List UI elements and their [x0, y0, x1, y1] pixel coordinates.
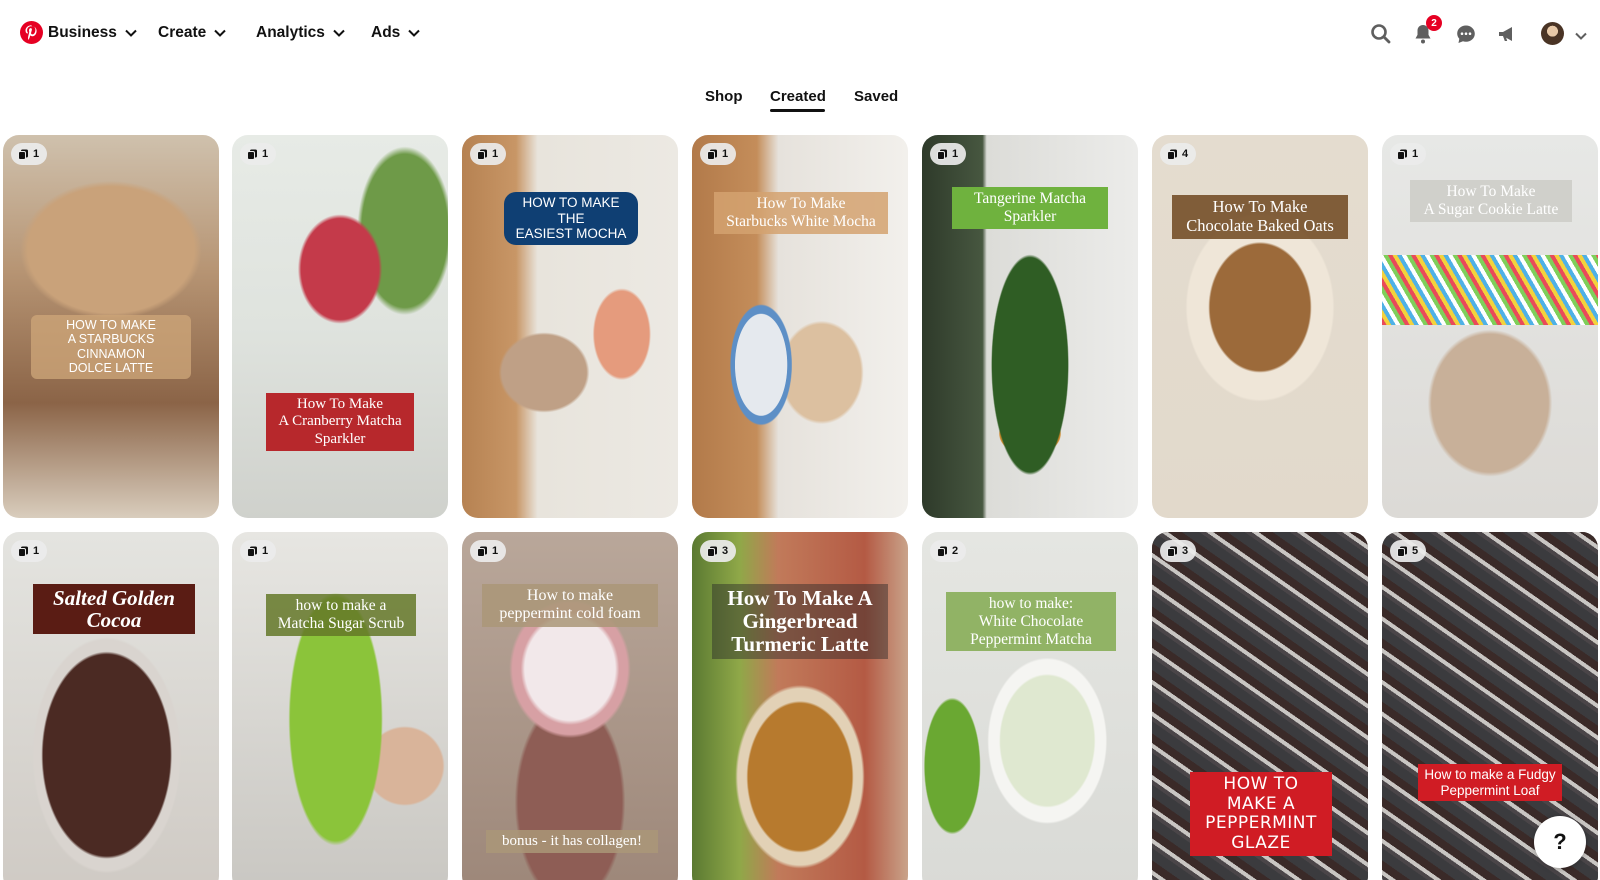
- notifications-badge: 2: [1426, 15, 1442, 31]
- pinterest-logo[interactable]: [20, 21, 43, 44]
- tab-created[interactable]: Created: [770, 88, 826, 105]
- pin-count: 3: [1182, 545, 1189, 557]
- pin-count-badge: 4: [1160, 143, 1197, 165]
- pin-count-badge: 1: [240, 143, 277, 165]
- top-navigation: Business Create Analytics Ads 2: [0, 0, 1600, 66]
- pin-count-badge: 1: [240, 540, 277, 562]
- active-tab-indicator: [770, 109, 825, 112]
- pin-card[interactable]: 1 how to make a Matcha Sugar Scrub: [232, 532, 448, 880]
- pin-title: How to make a Fudgy Peppermint Loaf: [1418, 764, 1562, 802]
- pin-count-badge: 3: [700, 540, 737, 562]
- pin-count: 4: [1182, 148, 1189, 160]
- pin-image: [232, 135, 448, 518]
- pin-card[interactable]: 1 HOW TO MAKE THE EASIEST MOCHA: [462, 135, 678, 518]
- pin-card[interactable]: 1 How to make peppermint cold foam bonus…: [462, 532, 678, 880]
- pin-count: 1: [492, 545, 499, 557]
- pin-count: 1: [33, 148, 40, 160]
- pin-count-badge: 1: [470, 540, 507, 562]
- pin-count: 2: [952, 545, 959, 557]
- chevron-down-icon: [214, 24, 226, 42]
- pin-count: 1: [262, 545, 269, 557]
- pin-count: 1: [492, 148, 499, 160]
- pin-count: 1: [33, 545, 40, 557]
- pin-card[interactable]: 3 How To Make A Gingerbread Turmeric Lat…: [692, 532, 908, 880]
- help-button[interactable]: ?: [1534, 816, 1586, 868]
- pin-subtitle: bonus - it has collagen!: [486, 830, 658, 854]
- pin-image: [232, 532, 448, 880]
- pin-count-badge: 1: [11, 540, 48, 562]
- pin-count-badge: 1: [11, 143, 48, 165]
- pin-title: How To Make A Cranberry Matcha Sparkler: [266, 393, 414, 451]
- tab-shop[interactable]: Shop: [705, 88, 743, 105]
- pin-count-badge: 5: [1390, 540, 1427, 562]
- nav-business-menu[interactable]: Business: [48, 22, 137, 44]
- pin-title: How To Make A Gingerbread Turmeric Latte: [712, 584, 888, 660]
- account-avatar[interactable]: [1541, 22, 1564, 45]
- pin-title: HOW TO MAKE A PEPPERMINT GLAZE: [1190, 772, 1332, 857]
- pin-count-badge: 2: [930, 540, 967, 562]
- nav-create-menu[interactable]: Create: [158, 22, 226, 44]
- pin-count-badge: 1: [470, 143, 507, 165]
- chevron-down-icon: [408, 24, 421, 42]
- pin-card[interactable]: 4 How To Make Chocolate Baked Oats: [1152, 135, 1368, 518]
- pin-count-badge: 1: [1390, 143, 1427, 165]
- pin-count: 1: [262, 148, 269, 160]
- pin-title: How To Make Chocolate Baked Oats: [1172, 195, 1348, 239]
- pin-card[interactable]: 1 Tangerine Matcha Sparkler: [922, 135, 1138, 518]
- pin-title: How to make peppermint cold foam: [482, 584, 658, 627]
- nav-business-label: Business: [48, 24, 117, 41]
- pin-card[interactable]: 1 HOW TO MAKE A STARBUCKS CINNAMON DOLCE…: [3, 135, 219, 518]
- pin-card[interactable]: 1 How To Make A Sugar Cookie Latte: [1382, 135, 1598, 518]
- pin-count-badge: 3: [1160, 540, 1197, 562]
- pin-card[interactable]: 2 how to make: White Chocolate Peppermin…: [922, 532, 1138, 880]
- pin-title: how to make: White Chocolate Peppermint …: [946, 592, 1116, 652]
- chevron-down-icon: [125, 24, 137, 42]
- pin-title: Salted Golden Cocoa: [33, 584, 195, 635]
- pin-title: HOW TO MAKE THE EASIEST MOCHA: [504, 192, 638, 245]
- pin-card[interactable]: 1 Salted Golden Cocoa: [3, 532, 219, 880]
- pin-image: [922, 532, 1138, 880]
- pin-count-badge: 1: [930, 143, 967, 165]
- pin-count: 1: [722, 148, 729, 160]
- nav-ads-label: Ads: [371, 24, 401, 41]
- pin-card[interactable]: 3 HOW TO MAKE A PEPPERMINT GLAZE: [1152, 532, 1368, 880]
- chevron-down-icon[interactable]: [1575, 27, 1587, 45]
- pin-title: How To Make A Sugar Cookie Latte: [1410, 180, 1572, 222]
- nav-ads-menu[interactable]: Ads: [371, 22, 421, 44]
- pin-count: 1: [952, 148, 959, 160]
- profile-tabs: Shop Created Saved: [0, 84, 1600, 114]
- pin-count: 5: [1412, 545, 1419, 557]
- pin-count: 3: [722, 545, 729, 557]
- nav-create-label: Create: [158, 24, 207, 41]
- tab-saved[interactable]: Saved: [854, 88, 898, 105]
- nav-analytics-label: Analytics: [256, 24, 325, 41]
- chevron-down-icon: [333, 24, 345, 42]
- pin-title: How To Make Starbucks White Mocha: [714, 192, 888, 234]
- pin-image: [1152, 135, 1368, 518]
- pin-count: 1: [1412, 148, 1419, 160]
- pin-card[interactable]: 1 How To Make A Cranberry Matcha Sparkle…: [232, 135, 448, 518]
- pin-card[interactable]: 1 How To Make Starbucks White Mocha: [692, 135, 908, 518]
- pin-count-badge: 1: [700, 143, 737, 165]
- megaphone-icon[interactable]: [1496, 22, 1520, 46]
- pin-title: Tangerine Matcha Sparkler: [952, 187, 1108, 229]
- nav-analytics-menu[interactable]: Analytics: [256, 22, 345, 44]
- pin-title: how to make a Matcha Sugar Scrub: [266, 594, 416, 636]
- search-icon[interactable]: [1369, 22, 1393, 46]
- pin-title: HOW TO MAKE A STARBUCKS CINNAMON DOLCE L…: [31, 315, 191, 379]
- messages-icon[interactable]: [1454, 22, 1478, 46]
